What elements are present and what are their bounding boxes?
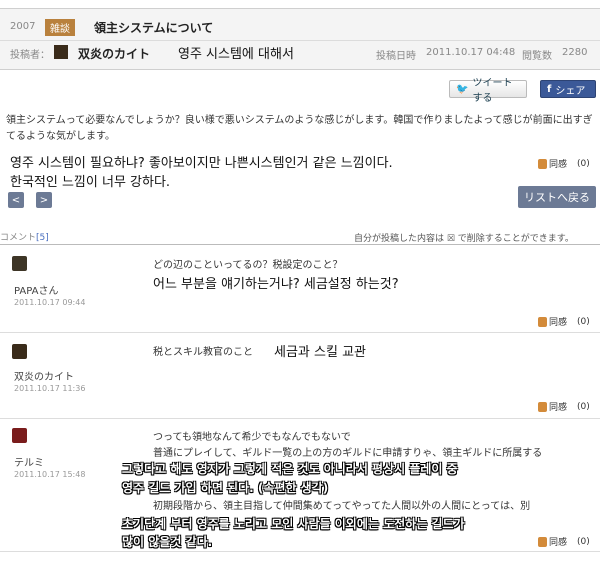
prev-post-button[interactable]: < — [8, 192, 24, 208]
header-divider — [0, 40, 600, 41]
comment-date: 2011.10.17 15:48 — [14, 470, 86, 479]
avatar-papa — [12, 256, 27, 271]
comment-like-button[interactable]: 同感 (0) — [538, 315, 590, 328]
comment-text-line-2: 普通にプレイして、ギルド一覧の上の方のギルドに申請すりゃ、領主ギルドに所属する — [153, 448, 543, 459]
comment-like-button[interactable]: 同感 (0) — [538, 400, 590, 413]
comment-author[interactable]: PAPAさん — [14, 282, 58, 297]
date-label: 投稿日時 — [376, 51, 416, 62]
comment-text-line-1: つっても領地なんて希少でもなんでもないで — [153, 432, 351, 443]
twitter-icon: 🐦 — [456, 83, 469, 95]
facebook-share-button[interactable]: f シェア — [540, 80, 596, 98]
like-count: (0) — [577, 401, 590, 412]
post-title-translation: 영주 시스템에 대해서 — [178, 47, 294, 62]
facebook-icon: f — [547, 83, 552, 95]
like-label: 同感 — [549, 160, 568, 170]
date-value: 2011.10.17 04:48 — [426, 47, 516, 58]
comment-text: どの辺のこといってるの？税設定のこと？ — [153, 260, 343, 271]
comment-author[interactable]: 双炎のカイト — [14, 368, 74, 383]
translation-overlay-line-2: 영주 길드 가입 하면 된다. (속편한 생각) — [122, 481, 329, 495]
comment-divider — [0, 332, 600, 333]
comment-divider — [0, 551, 600, 552]
thumbs-up-icon — [538, 401, 547, 412]
like-count: (0) — [577, 158, 590, 169]
translation-overlay-line-4: 많이 않을것 같다. — [122, 535, 213, 549]
comment-divider — [0, 418, 600, 419]
views-value: 2280 — [562, 47, 588, 58]
category-badge: 雑談 — [45, 19, 75, 36]
crossed-swords-icon — [12, 344, 27, 359]
poster-label: 投稿者： — [10, 50, 50, 61]
comment-author[interactable]: テルミ — [14, 454, 44, 469]
like-count: (0) — [577, 536, 590, 547]
comment-date: 2011.10.17 11:36 — [14, 384, 86, 393]
translation-overlay-line-3: 초기단계 부터 영주를 노리고 모인 사람들 이외에는 도전하는 길드가 — [122, 517, 465, 531]
post-body: 領主システムって必要なんでしょうか？良い様で悪いシステムのような感じがします。韓… — [6, 115, 593, 142]
views-label: 閲覧数 — [522, 51, 552, 62]
thumbs-up-icon — [538, 536, 547, 547]
facebook-label: シェア — [555, 85, 586, 97]
like-label: 同感 — [549, 538, 568, 548]
crossed-swords-icon — [54, 45, 68, 59]
thumbs-up-icon — [538, 316, 547, 327]
tweet-button[interactable]: 🐦 ツイートする — [449, 78, 527, 104]
avatar-terumi — [12, 428, 27, 443]
like-count: (0) — [577, 316, 590, 327]
back-to-list-button[interactable]: リストへ戻る — [518, 186, 596, 208]
comment-translation: 어느 부분을 얘기하는거냐? 세금설정 하는것? — [153, 277, 399, 292]
comments-delete-note: 自分が投稿した内容は ☒ で削除することができます。 — [354, 234, 574, 244]
thumbs-up-icon — [538, 158, 547, 169]
post-like-button[interactable]: 同感 (0) — [538, 157, 590, 170]
comment-date: 2011.10.17 09:44 — [14, 298, 86, 307]
comment-translation: 세금과 스킬 교관 — [274, 345, 366, 360]
like-label: 同感 — [549, 403, 568, 413]
comment-text-line-3: 初期段階から、領主目指して仲間集めてってやってた人間以外の人間にとっては、別 — [153, 501, 531, 512]
post-body-translation-1: 영주 시스템이 필요하냐? 좋아보이지만 나쁜시스템인거 같은 느낌이다. — [10, 156, 393, 171]
tweet-label: ツイートする — [472, 78, 513, 104]
comment-like-button[interactable]: 同感 (0) — [538, 535, 590, 548]
post-year: 2007 — [10, 21, 36, 32]
comments-count: [5] — [36, 233, 49, 243]
comments-header: コメント[5] — [0, 230, 49, 243]
comments-top-divider — [0, 244, 600, 245]
post-body-translation-2: 한국적인 느낌이 너무 강하다. — [10, 175, 171, 190]
post-title[interactable]: 領主システムについて — [94, 19, 213, 36]
next-post-button[interactable]: > — [36, 192, 52, 208]
poster-name[interactable]: 双炎のカイト — [78, 45, 150, 62]
comments-label: コメント — [0, 233, 37, 243]
comment-text: 税とスキル教官のこと — [153, 347, 253, 358]
translation-overlay-line-1: 그렇다고 해도 영지가 그렇게 적은 것도 아니라서 평상시 플레이 중 — [122, 462, 458, 476]
like-label: 同感 — [549, 318, 568, 328]
